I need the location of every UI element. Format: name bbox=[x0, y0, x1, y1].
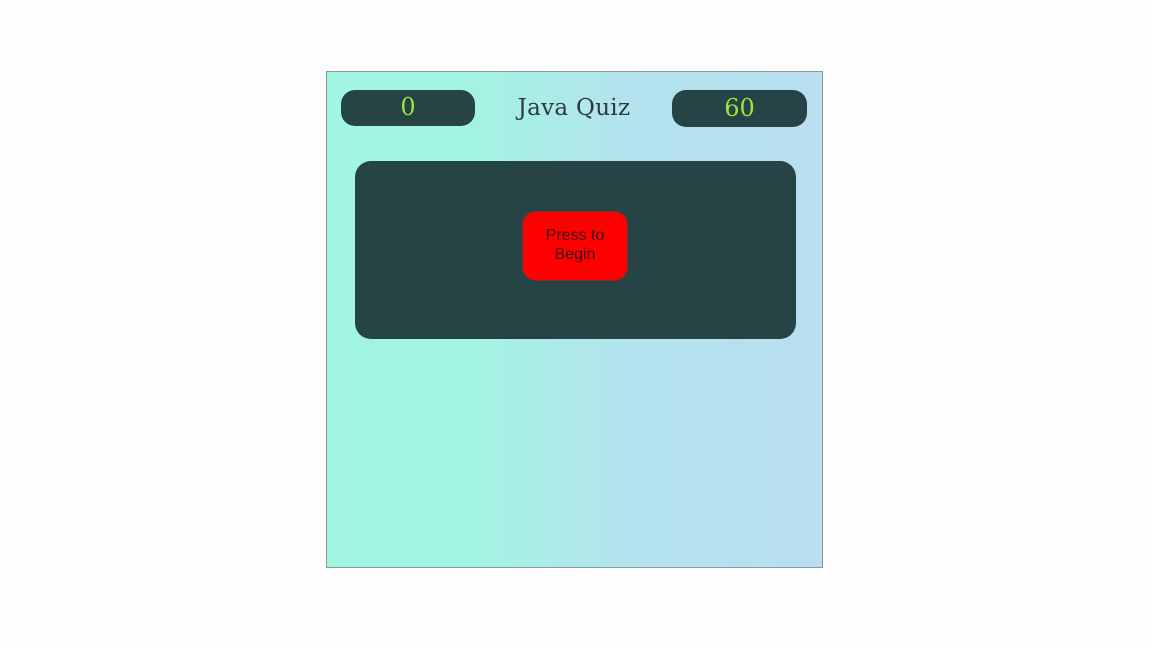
start-button[interactable]: Press to Begin bbox=[522, 211, 628, 281]
quiz-container: 0 Java Quiz 60 Press to Begin bbox=[326, 71, 823, 568]
quiz-title: Java Quiz bbox=[517, 95, 631, 121]
question-panel: Press to Begin bbox=[355, 161, 796, 339]
timer-display: 60 bbox=[672, 90, 807, 127]
score-display: 0 bbox=[341, 90, 475, 126]
